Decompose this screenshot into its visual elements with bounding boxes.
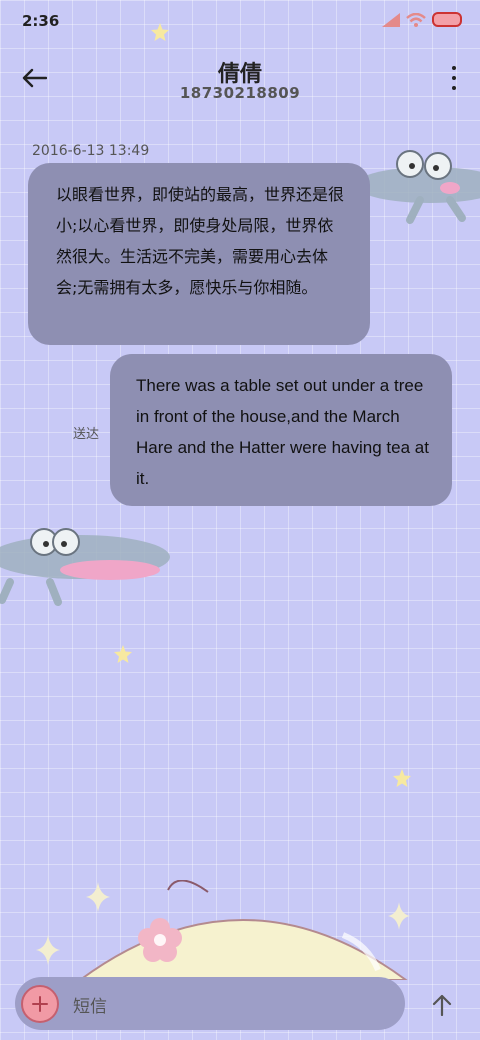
send-button[interactable] [428, 990, 456, 1020]
more-vert-icon [452, 66, 456, 70]
message-composer[interactable]: 短信 [15, 977, 405, 1030]
status-bar: 2:36 [0, 0, 480, 40]
message-text: There was a table set out under a tree i… [136, 376, 429, 488]
star-icon [114, 645, 132, 663]
status-time: 2:36 [22, 12, 60, 30]
wifi-icon [406, 12, 426, 27]
planet-illustration [78, 880, 408, 980]
delivery-status: 送达 [73, 427, 100, 442]
plus-icon [32, 996, 48, 1012]
send-arrow-icon [432, 994, 452, 1016]
contact-number: 18730218809 [179, 84, 301, 102]
outgoing-message-bubble[interactable]: There was a table set out under a tree i… [110, 354, 452, 506]
signal-icon [382, 12, 400, 27]
more-options-button[interactable] [450, 66, 458, 90]
incoming-message-bubble[interactable]: 以眼看世界，即使站的最高，世界还是很小;以心看世界，即使身处局限，世界依然很大。… [28, 163, 370, 345]
conversation-header: 倩倩 18730218809 [0, 52, 480, 108]
battery-icon [432, 12, 462, 27]
add-attachment-button[interactable] [21, 985, 59, 1023]
message-input[interactable]: 短信 [73, 992, 107, 1017]
message-text: 以眼看世界，即使站的最高，世界还是很小;以心看世界，即使身处局限，世界依然很大。… [56, 185, 345, 297]
star-icon [393, 769, 411, 787]
message-timestamp: 2016-6-13 13:49 [32, 143, 150, 159]
status-icons [382, 12, 462, 27]
sparkle-icon [36, 935, 60, 965]
crocodile-illustration-left [0, 528, 170, 606]
